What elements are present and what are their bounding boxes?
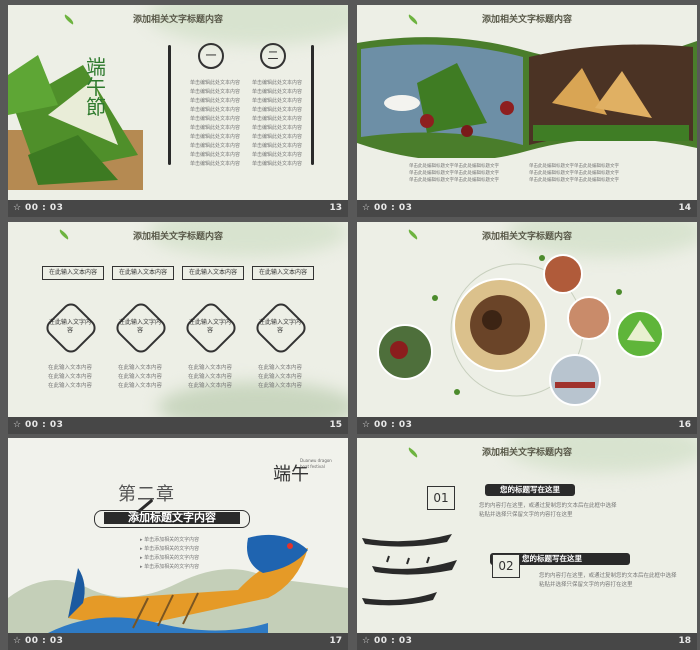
slide-number: 15 bbox=[329, 420, 342, 430]
photo-circle-collage bbox=[377, 254, 664, 406]
item-heading: 您的标题写在这里 bbox=[500, 485, 560, 494]
slide-canvas: 添加相关文字标题内容 单击此处编辑标题文字单击此处编辑标题文字 单击此处编辑标题文… bbox=[357, 5, 697, 200]
slide-thumbnail-16[interactable]: 添加相关文字标题内容 ☆ 00 : 03 16 bbox=[357, 222, 697, 434]
item-body: 您的内容打在这里，或通过复制您的文本后在此框中选择粘贴并选择只保留文字的内容打在… bbox=[539, 573, 677, 588]
slide-status-bar: ☆ 00 : 03 13 bbox=[8, 200, 348, 217]
slide-canvas: 添加相关文字标题内容 端午節 一 二 单击编辑此处文本内容 单击编辑此处文本内容单… bbox=[8, 5, 348, 200]
text-column-1: 单击编辑此处文本内容 单击编辑此处文本内容 单击编辑此处文本内容 单击编辑此处文本内容… bbox=[190, 80, 241, 167]
brush-stroke bbox=[168, 45, 171, 165]
star-icon: ☆ bbox=[362, 636, 371, 646]
body-text-1: 在此输入文本内容 在此输入文本内容 在此输入文本内容 bbox=[48, 365, 93, 389]
text-column-2: 单击编辑此处文本内容 单击编辑此处文本内容 单击编辑此处文本内容 单击编辑此处文本内容… bbox=[252, 80, 303, 167]
festival-subtitle: Duanwu dragon boat festival bbox=[300, 458, 332, 469]
zongzi-photo-banner bbox=[357, 37, 697, 158]
slide-title: 添加相关文字标题内容 bbox=[132, 15, 223, 25]
brush-stroke bbox=[311, 45, 314, 165]
slide-canvas: 添加相关文字标题内容 bbox=[357, 222, 697, 417]
marker-circle-1: 一 bbox=[198, 43, 224, 69]
slide-duration: 00 : 03 bbox=[25, 636, 64, 646]
slide-canvas: 第二章 添加标题文字内容 端午 Duanwu dragon boat festi… bbox=[8, 438, 348, 633]
item-body: 您的内容打在这里，或通过复制您的文本后在此框中选择粘贴并选择只保留文字的内容打在… bbox=[479, 503, 617, 518]
slide-duration: 00 : 03 bbox=[374, 203, 413, 213]
caption-right: 单击此处编辑标题文字单击此处编辑标题文字 单击此处编辑标题文字单击此处编辑标题文字… bbox=[529, 164, 619, 183]
slide-canvas: 添加相关文字标题内容 01 您的标题写在这里 您的内容打在这里，或通过复制您的文… bbox=[357, 438, 697, 633]
slide-duration: 00 : 03 bbox=[25, 203, 64, 213]
item-number-box: 01 bbox=[427, 486, 455, 510]
ink-wash bbox=[148, 5, 348, 45]
festival-calligraphy: 端午節 bbox=[86, 55, 106, 119]
rowing-boats-illustration bbox=[362, 534, 457, 606]
slide-number: 14 bbox=[678, 203, 691, 213]
star-icon: ☆ bbox=[13, 203, 22, 213]
slide-thumbnail-18[interactable]: 添加相关文字标题内容 01 您的标题写在这里 您的内容打在这里，或通过复制您的文… bbox=[357, 438, 697, 650]
diamond-label-3: 在此输入文字内容 bbox=[188, 319, 231, 334]
slide-duration: 00 : 03 bbox=[374, 636, 413, 646]
diamond-label-2: 在此输入文字内容 bbox=[118, 319, 161, 334]
diamond-label-1: 在此输入文字内容 bbox=[48, 319, 91, 334]
slide-thumbnail-14[interactable]: 添加相关文字标题内容 单击此处编辑标题文字单击此处编辑标题文字 单击此处编辑标题文… bbox=[357, 5, 697, 217]
section-heading: 添加标题文字内容 bbox=[128, 511, 216, 524]
slide-number: 13 bbox=[329, 203, 342, 213]
zongzi-image bbox=[8, 55, 143, 190]
label-box-3: 在此输入文本内容 bbox=[182, 266, 244, 280]
dragon-boat-illustration bbox=[8, 534, 348, 633]
slide-number: 17 bbox=[329, 636, 342, 646]
star-icon: ☆ bbox=[13, 636, 22, 646]
slide-duration: 00 : 03 bbox=[25, 420, 64, 430]
slide-thumbnail-15[interactable]: 添加相关文字标题内容 在此输入文本内容 在此输入文本内容 在此输入文本内容 在此… bbox=[8, 222, 348, 434]
ink-wash bbox=[158, 382, 348, 417]
slide-status-bar: ☆ 00 : 03 16 bbox=[357, 417, 697, 434]
label-box-2: 在此输入文本内容 bbox=[112, 266, 174, 280]
label-box-1: 在此输入文本内容 bbox=[42, 266, 104, 280]
star-icon: ☆ bbox=[362, 420, 371, 430]
slide-thumbnail-17[interactable]: 第二章 添加标题文字内容 端午 Duanwu dragon boat festi… bbox=[8, 438, 348, 650]
body-text-2: 在此输入文本内容 在此输入文本内容 在此输入文本内容 bbox=[118, 365, 163, 389]
slide-number: 18 bbox=[678, 636, 691, 646]
slide-duration: 00 : 03 bbox=[374, 420, 413, 430]
label-box-4: 在此输入文本内容 bbox=[252, 266, 314, 280]
diamond-label-4: 在此输入文字内容 bbox=[258, 319, 301, 334]
caption-left: 单击此处编辑标题文字单击此处编辑标题文字 单击此处编辑标题文字单击此处编辑标题文字… bbox=[409, 164, 499, 183]
item-number-box: 02 bbox=[492, 554, 520, 578]
slide-status-bar: ☆ 00 : 03 18 bbox=[357, 633, 697, 650]
slide-status-bar: ☆ 00 : 03 14 bbox=[357, 200, 697, 217]
slide-status-bar: ☆ 00 : 03 17 bbox=[8, 633, 348, 650]
slide-canvas: 添加相关文字标题内容 在此输入文本内容 在此输入文本内容 在此输入文本内容 在此… bbox=[8, 222, 348, 417]
star-icon: ☆ bbox=[362, 203, 371, 213]
star-icon: ☆ bbox=[13, 420, 22, 430]
marker-circle-2: 二 bbox=[260, 43, 286, 69]
slide-number: 16 bbox=[678, 420, 691, 430]
body-text-3: 在此输入文本内容 在此输入文本内容 在此输入文本内容 bbox=[188, 365, 233, 389]
body-text-4: 在此输入文本内容 在此输入文本内容 在此输入文本内容 bbox=[258, 365, 303, 389]
slide-status-bar: ☆ 00 : 03 15 bbox=[8, 417, 348, 434]
item-heading: 您的标题写在这里 bbox=[522, 554, 582, 563]
slide-thumbnail-13[interactable]: 添加相关文字标题内容 端午節 一 二 单击编辑此处文本内容 单击编辑此处文本内容单… bbox=[8, 5, 348, 217]
